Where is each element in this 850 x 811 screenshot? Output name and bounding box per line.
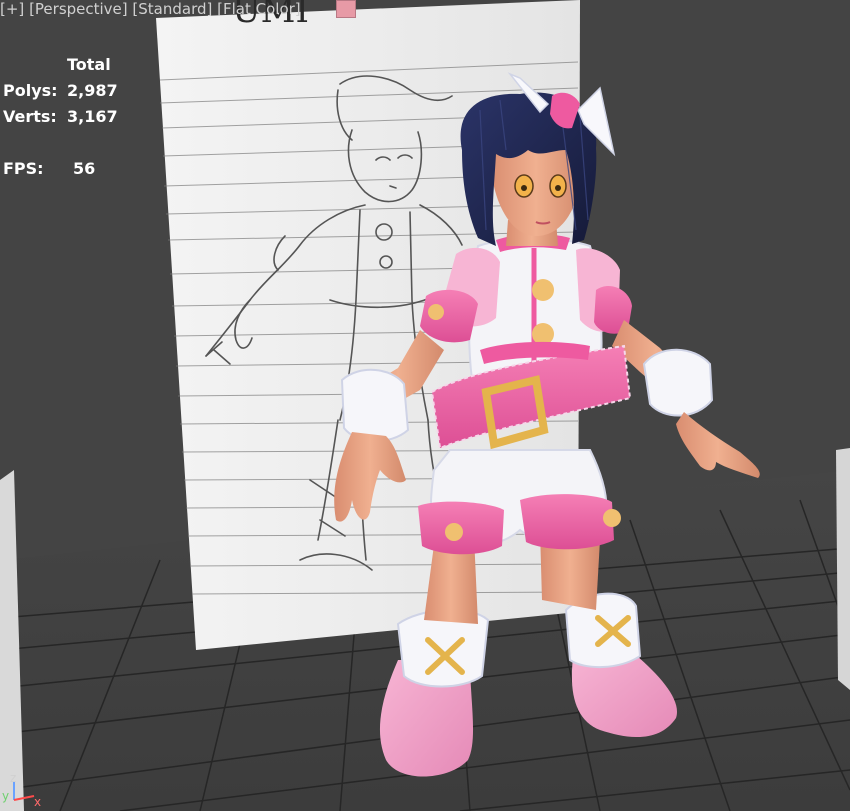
3d-viewport[interactable]: UMI z y x [+] [Perspective] [Standard] [… <box>0 0 850 811</box>
scene-canvas[interactable]: UMI z y x <box>0 0 850 811</box>
axis-z-label: z <box>10 771 16 785</box>
viewport-camera-menu[interactable]: [Perspective] <box>29 0 128 18</box>
viewport-general-menu[interactable]: [+] <box>0 0 24 18</box>
stats-polys-value: 2,987 <box>67 81 118 100</box>
axis-x-label: x <box>34 795 41 809</box>
active-color-swatch[interactable] <box>336 0 356 18</box>
stats-verts-label: Verts: <box>3 107 57 126</box>
right-side-plane <box>836 448 850 690</box>
stats-polys-label: Polys: <box>3 81 58 100</box>
left-wrist-cuff <box>340 368 410 443</box>
right-wrist-cuff <box>642 348 714 417</box>
stats-verts-value: 3,167 <box>67 107 118 126</box>
viewport-display-menu[interactable]: [Flat Color] <box>217 0 301 18</box>
stats-fps-label: FPS: <box>3 159 44 178</box>
stats-fps-value: 56 <box>73 159 96 178</box>
viewport-menu-bar: [+] [Perspective] [Standard] [Flat Color… <box>0 0 301 18</box>
stats-total-label: Total <box>67 55 111 74</box>
axis-y-label: y <box>2 789 9 803</box>
viewport-shading-menu[interactable]: [Standard] <box>132 0 212 18</box>
right-shorts-cuff <box>520 494 614 550</box>
